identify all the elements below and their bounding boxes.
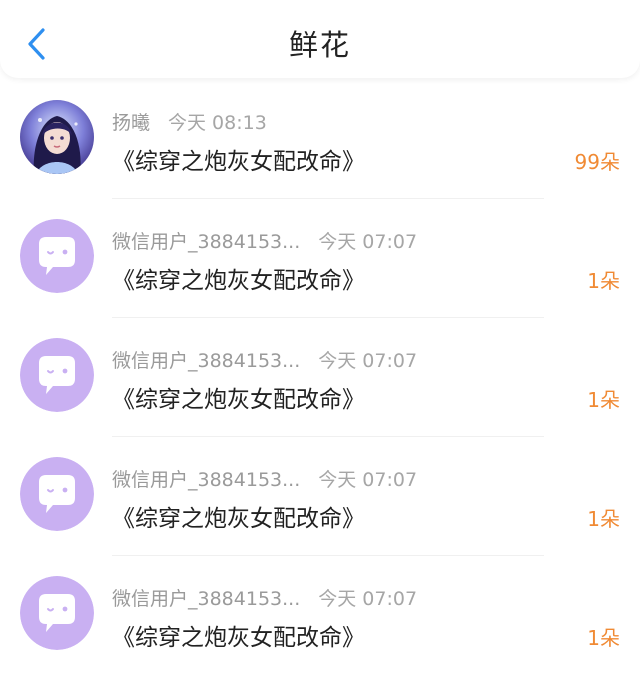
list-item[interactable]: 微信用户_3884153... 今天 07:07 《综穿之炮灰女配改命》 1朵 bbox=[0, 199, 640, 318]
user-name: 扬曦 bbox=[112, 112, 151, 134]
default-chat-avatar-icon bbox=[20, 457, 94, 531]
record-meta: 微信用户_3884153... 今天 07:07 bbox=[112, 584, 417, 611]
list-item[interactable]: 微信用户_3884153... 今天 07:07 《综穿之炮灰女配改命》 1朵 bbox=[0, 318, 640, 437]
record-meta: 微信用户_3884153... 今天 07:07 bbox=[112, 227, 417, 254]
header-bar: 鲜花 bbox=[0, 0, 640, 78]
list-item[interactable]: 微信用户_3884153... 今天 07:07 《综穿之炮灰女配改命》 1朵 bbox=[0, 437, 640, 556]
flower-count: 1朵 bbox=[587, 388, 620, 412]
default-chat-avatar-icon bbox=[20, 576, 94, 650]
user-name: 微信用户_3884153... bbox=[112, 469, 301, 491]
record-time: 今天 07:07 bbox=[318, 588, 418, 610]
record-time: 今天 07:07 bbox=[318, 350, 418, 372]
user-name: 微信用户_3884153... bbox=[112, 588, 301, 610]
user-photo-avatar bbox=[20, 100, 94, 174]
book-title: 《综穿之炮灰女配改命》 bbox=[112, 268, 365, 294]
avatar[interactable] bbox=[20, 100, 94, 174]
flower-count: 1朵 bbox=[587, 269, 620, 293]
record-meta: 扬曦 今天 08:13 bbox=[112, 108, 267, 135]
book-title: 《综穿之炮灰女配改命》 bbox=[112, 506, 365, 532]
record-meta: 微信用户_3884153... 今天 07:07 bbox=[112, 346, 417, 373]
record-meta: 微信用户_3884153... 今天 07:07 bbox=[112, 465, 417, 492]
flower-record-list: 扬曦 今天 08:13 《综穿之炮灰女配改命》 99朵 微信用户_3884153.… bbox=[0, 80, 640, 675]
avatar[interactable] bbox=[20, 457, 94, 531]
avatar[interactable] bbox=[20, 219, 94, 293]
avatar[interactable] bbox=[20, 576, 94, 650]
record-time: 今天 08:13 bbox=[168, 112, 267, 134]
book-title: 《综穿之炮灰女配改命》 bbox=[112, 387, 365, 413]
flower-count: 1朵 bbox=[587, 507, 620, 531]
list-item[interactable]: 扬曦 今天 08:13 《综穿之炮灰女配改命》 99朵 bbox=[0, 80, 640, 199]
list-item[interactable]: 微信用户_3884153... 今天 07:07 《综穿之炮灰女配改命》 1朵 bbox=[0, 556, 640, 675]
default-chat-avatar-icon bbox=[20, 219, 94, 293]
record-time: 今天 07:07 bbox=[318, 469, 418, 491]
page-title: 鲜花 bbox=[288, 28, 351, 62]
flower-count: 99朵 bbox=[574, 150, 620, 174]
default-chat-avatar-icon bbox=[20, 338, 94, 412]
record-time: 今天 07:07 bbox=[318, 231, 418, 253]
avatar[interactable] bbox=[20, 338, 94, 412]
book-title: 《综穿之炮灰女配改命》 bbox=[112, 625, 365, 651]
book-title: 《综穿之炮灰女配改命》 bbox=[112, 149, 365, 175]
user-name: 微信用户_3884153... bbox=[112, 231, 301, 253]
flower-count: 1朵 bbox=[587, 626, 620, 650]
user-name: 微信用户_3884153... bbox=[112, 350, 301, 372]
